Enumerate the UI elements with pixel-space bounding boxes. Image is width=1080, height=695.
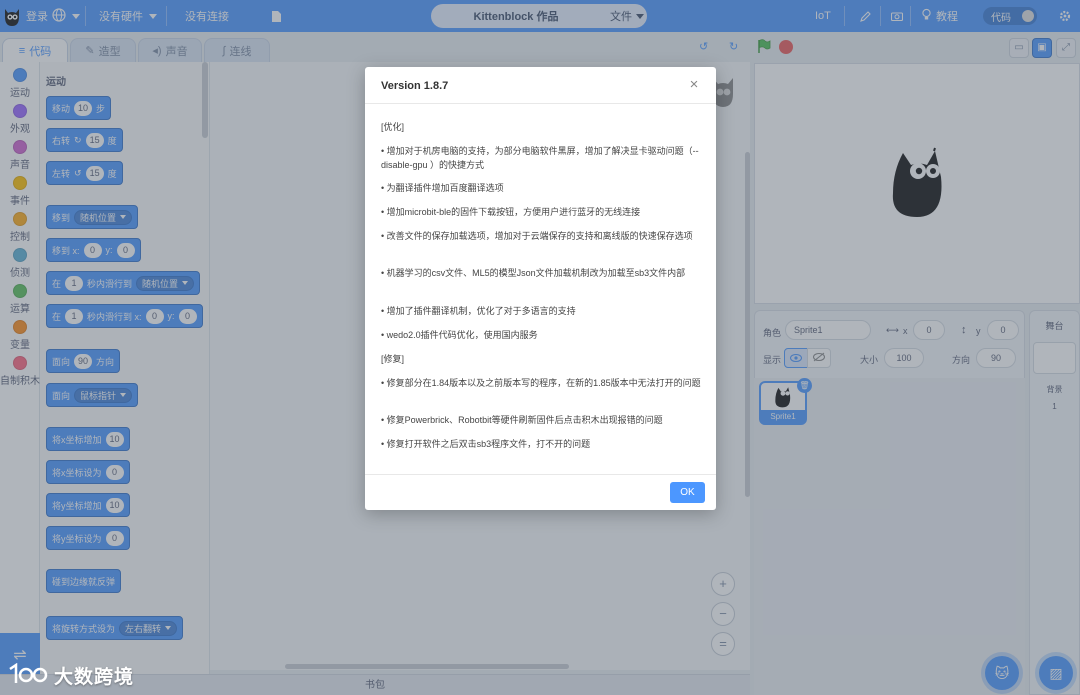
changelog-item: • wedo2.0插件代码优化，使用国内服务	[381, 330, 538, 340]
section-heading: [优化]	[381, 122, 405, 132]
section-heading: [修复]	[381, 354, 405, 364]
changelog-item: • 机器学习的csv文件、ML5的模型Json文件加载机制改为加载至sb3文件内…	[381, 268, 686, 278]
close-icon[interactable]: ×	[686, 77, 702, 93]
divider	[365, 474, 716, 475]
dialog-title: Version 1.8.7	[381, 80, 449, 92]
changelog-item: • 增加对于机房电脑的支持，为部分电脑软件黑屏，增加了解决显卡驱动问题（--di…	[381, 146, 699, 170]
version-dialog: Version 1.8.7 × [优化] • 增加对于机房电脑的支持，为部分电脑…	[365, 67, 716, 510]
watermark-text: 大数跨境	[54, 666, 135, 688]
changelog-item: • 修复打开软件之后双击sb3程序文件，打不开的问题	[381, 439, 591, 449]
changelog-item: • 修复部分在1.84版本以及之前版本写的程序，在新的1.85版本中无法打开的问…	[381, 378, 701, 388]
changelog-item: • 为翻译插件增加百度翻译选项	[381, 183, 504, 193]
divider	[365, 103, 716, 104]
changelog-item: • 增加microbit-ble的固件下载按钮，方便用户进行蓝牙的无线连接	[381, 207, 641, 217]
changelog-item: • 修复Powerbrick、Robotbit等硬件刷新固件后点击积木出现报错的…	[381, 415, 663, 425]
changelog-item: • 改善文件的保存加载选项，增加对于云端保存的支持和离线版的快速保存选项	[381, 231, 693, 241]
changelog-item: • 增加了插件翻译机制，优化了对于多语言的支持	[381, 306, 576, 316]
ok-button[interactable]: OK	[670, 482, 705, 503]
watermark-logo-icon	[8, 662, 48, 688]
watermark: 大数跨境	[8, 660, 134, 690]
